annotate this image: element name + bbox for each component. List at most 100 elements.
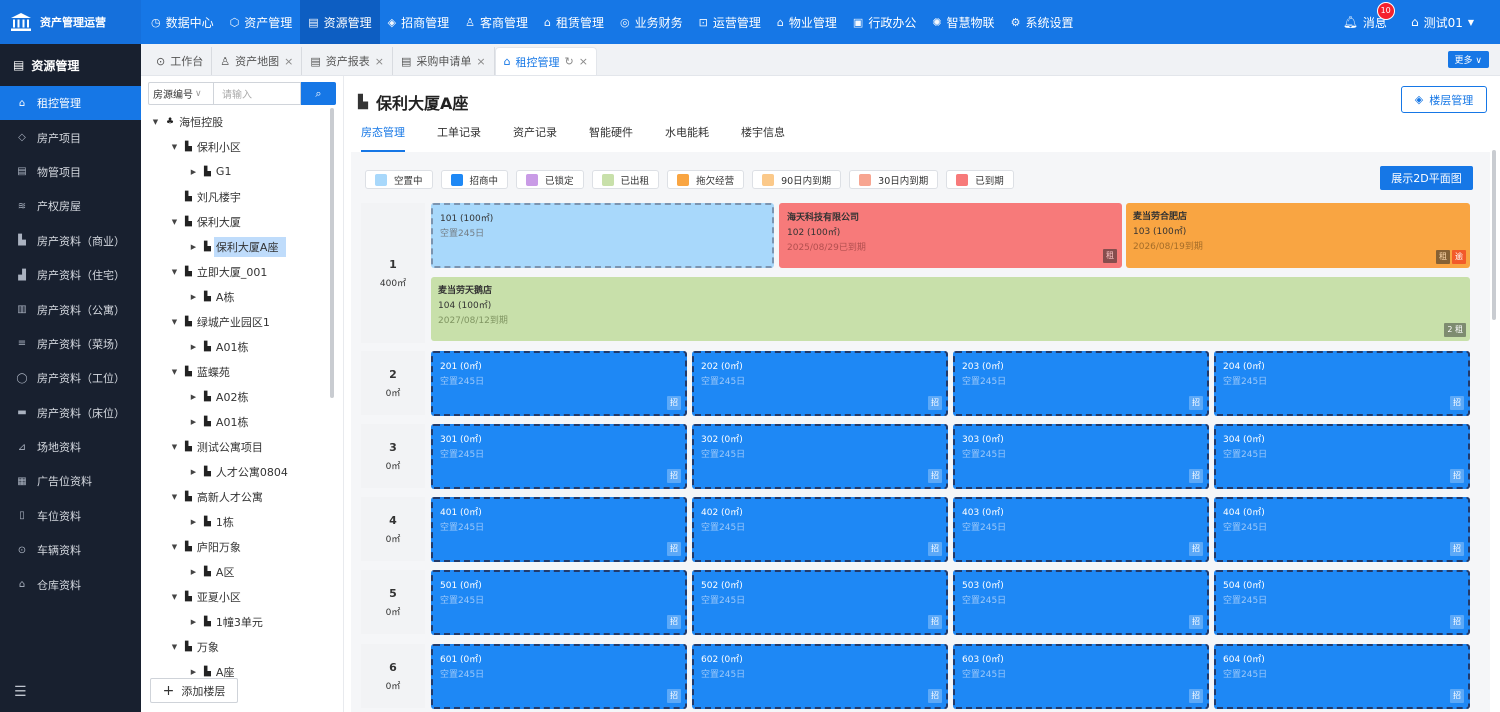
sidebar-item-6[interactable]: ▥ 房产资料（公寓） bbox=[0, 292, 141, 326]
room-card[interactable]: 麦当劳合肥店 103 (100㎡) 2026/08/19到期租逾 bbox=[1126, 203, 1470, 268]
tree-node[interactable]: ▼ ♣ 海恒控股 bbox=[141, 109, 333, 134]
nav-item-5[interactable]: ⌂ 租赁管理 bbox=[536, 0, 612, 44]
tree-node[interactable]: ▶ ▙ A栋 bbox=[141, 284, 333, 309]
room-card[interactable]: 202 (0㎡) 空置245日招 bbox=[692, 351, 948, 416]
tree-node[interactable]: ▶ ▙ A01栋 bbox=[141, 334, 333, 359]
more-tabs-button[interactable]: 更多 ∨ bbox=[1447, 51, 1489, 68]
tree-node[interactable]: ▶ ▙ A02栋 bbox=[141, 384, 333, 409]
tree-expand-icon[interactable]: ▼ bbox=[170, 268, 179, 276]
subtab-0[interactable]: 房态管理 bbox=[361, 124, 405, 152]
sidebar-item-11[interactable]: ▦ 广告位资料 bbox=[0, 464, 141, 498]
room-card[interactable]: 302 (0㎡) 空置245日招 bbox=[692, 424, 948, 489]
nav-item-4[interactable]: ♙ 客商管理 bbox=[457, 0, 536, 44]
sidebar-item-1[interactable]: ◇ 房产项目 bbox=[0, 120, 141, 154]
room-card[interactable]: 401 (0㎡) 空置245日招 bbox=[431, 497, 687, 562]
sidebar-item-10[interactable]: ⊿ 场地资料 bbox=[0, 430, 141, 464]
room-card[interactable]: 204 (0㎡) 空置245日招 bbox=[1214, 351, 1470, 416]
nav-item-11[interactable]: ⚙ 系统设置 bbox=[1003, 0, 1082, 44]
sidebar-item-13[interactable]: ⊙ 车辆资料 bbox=[0, 533, 141, 567]
tree-expand-icon[interactable]: ▼ bbox=[170, 643, 179, 651]
search-input[interactable]: 请输入 bbox=[214, 82, 301, 105]
tree-node[interactable]: ▶ ▙ 1幢3单元 bbox=[141, 609, 333, 634]
tree-expand-icon[interactable]: ▶ bbox=[189, 468, 198, 476]
search-field-select[interactable]: 房源编号 ∨ bbox=[148, 82, 214, 105]
tree-node[interactable]: ▼ ▙ 亚夏小区 bbox=[141, 584, 333, 609]
tree-node[interactable]: ▶ ▙ 人才公寓0804 bbox=[141, 459, 333, 484]
legend-item[interactable]: 拖欠经营 bbox=[667, 170, 745, 189]
room-card[interactable]: 504 (0㎡) 空置245日招 bbox=[1214, 570, 1470, 635]
tree-expand-icon[interactable]: ▶ bbox=[189, 293, 198, 301]
nav-item-0[interactable]: ◷ 数据中心 bbox=[143, 0, 222, 44]
nav-item-3[interactable]: ◈ 招商管理 bbox=[380, 0, 457, 44]
room-card[interactable]: 603 (0㎡) 空置245日招 bbox=[953, 644, 1209, 709]
add-floor-button[interactable]: + 添加楼层 bbox=[150, 678, 238, 703]
tree-expand-icon[interactable]: ▶ bbox=[189, 393, 198, 401]
refresh-icon[interactable]: ↻ bbox=[565, 55, 574, 68]
tree-node[interactable]: ▶ ▙ 保利大厦A座 bbox=[141, 234, 333, 259]
room-card[interactable]: 602 (0㎡) 空置245日招 bbox=[692, 644, 948, 709]
tree-node[interactable]: ▶ ▙ 1栋 bbox=[141, 509, 333, 534]
tree-expand-icon[interactable]: ▶ bbox=[189, 618, 198, 626]
nav-item-8[interactable]: ⌂ 物业管理 bbox=[769, 0, 845, 44]
sidebar-item-4[interactable]: ▙ 房产资料（商业） bbox=[0, 224, 141, 258]
sidebar-item-14[interactable]: ⌂ 仓库资料 bbox=[0, 567, 141, 601]
tree-expand-icon[interactable]: ▶ bbox=[189, 518, 198, 526]
tree-expand-icon[interactable]: ▼ bbox=[170, 493, 179, 501]
tree-expand-icon[interactable]: ▼ bbox=[170, 543, 179, 551]
legend-item[interactable]: 已出租 bbox=[591, 170, 660, 189]
show-2d-plan-button[interactable]: 展示2D平面图 bbox=[1380, 166, 1473, 190]
room-card[interactable]: 402 (0㎡) 空置245日招 bbox=[692, 497, 948, 562]
legend-item[interactable]: 已锁定 bbox=[516, 170, 584, 189]
collapse-menu-icon[interactable]: ☰ bbox=[14, 684, 27, 700]
room-card[interactable]: 303 (0㎡) 空置245日招 bbox=[953, 424, 1209, 489]
tree-expand-icon[interactable]: ▼ bbox=[170, 593, 179, 601]
tab-0[interactable]: ⊙ 工作台 bbox=[148, 47, 213, 75]
tree-node[interactable]: ▶ ▙ G1 bbox=[141, 159, 333, 184]
nav-item-9[interactable]: ▣ 行政办公 bbox=[845, 0, 924, 44]
close-icon[interactable]: × bbox=[375, 55, 384, 68]
room-card[interactable]: 601 (0㎡) 空置245日招 bbox=[431, 644, 687, 709]
tab-2[interactable]: ▤ 资产报表 × bbox=[302, 47, 393, 75]
subtab-3[interactable]: 智能硬件 bbox=[589, 124, 633, 152]
sidebar-item-5[interactable]: ▟ 房产资料（住宅） bbox=[0, 258, 141, 292]
room-card[interactable]: 304 (0㎡) 空置245日招 bbox=[1214, 424, 1470, 489]
tree-node[interactable]: ▼ ▙ 高新人才公寓 bbox=[141, 484, 333, 509]
user-menu[interactable]: ⌂ 测试01 ▼ bbox=[1411, 14, 1474, 31]
sidebar-item-3[interactable]: ≋ 产权房屋 bbox=[0, 189, 141, 223]
tree-expand-icon[interactable]: ▶ bbox=[189, 168, 198, 176]
tab-3[interactable]: ▤ 采购申请单 × bbox=[393, 47, 495, 75]
tree-node[interactable]: ▙ 刘凡楼宇 bbox=[141, 184, 333, 209]
room-card[interactable]: 201 (0㎡) 空置245日招 bbox=[431, 351, 687, 416]
tree-expand-icon[interactable]: ▼ bbox=[170, 143, 179, 151]
tree-node[interactable]: ▼ ▙ 保利小区 bbox=[141, 134, 333, 159]
tree-node[interactable]: ▼ ▙ 庐阳万象 bbox=[141, 534, 333, 559]
sidebar-item-2[interactable]: ▤ 物管项目 bbox=[0, 155, 141, 189]
room-card[interactable]: 502 (0㎡) 空置245日招 bbox=[692, 570, 948, 635]
tree-expand-icon[interactable]: ▶ bbox=[189, 418, 198, 426]
legend-item[interactable]: 已到期 bbox=[946, 170, 1014, 189]
tree-expand-icon[interactable]: ▼ bbox=[170, 318, 179, 326]
tree-node[interactable]: ▼ ▙ 万象 bbox=[141, 634, 333, 659]
sidebar-item-9[interactable]: ▬ 房产资料（床位） bbox=[0, 396, 141, 430]
legend-item[interactable]: 招商中 bbox=[440, 170, 509, 189]
tree-scrollbar[interactable] bbox=[330, 108, 334, 398]
tree-expand-icon[interactable]: ▼ bbox=[170, 368, 179, 376]
room-card[interactable]: 604 (0㎡) 空置245日招 bbox=[1214, 644, 1470, 709]
subtab-4[interactable]: 水电能耗 bbox=[665, 124, 709, 152]
room-card[interactable]: 麦当劳天鹅店 104 (100㎡) 2027/08/12到期 2 租 bbox=[431, 277, 1470, 341]
close-icon[interactable]: × bbox=[579, 55, 588, 68]
tree-expand-icon[interactable]: ▶ bbox=[189, 243, 198, 251]
subtab-1[interactable]: 工单记录 bbox=[437, 124, 481, 152]
room-card[interactable]: 404 (0㎡) 空置245日招 bbox=[1214, 497, 1470, 562]
sidebar-item-12[interactable]: ▯ 车位资料 bbox=[0, 499, 141, 533]
subtab-2[interactable]: 资产记录 bbox=[513, 124, 557, 152]
legend-item[interactable]: 空置中 bbox=[365, 170, 433, 189]
room-card[interactable]: 403 (0㎡) 空置245日招 bbox=[953, 497, 1209, 562]
tree-node[interactable]: ▼ ▙ 绿城产业园区1 bbox=[141, 309, 333, 334]
tree-node[interactable]: ▼ ▙ 立即大厦_001 bbox=[141, 259, 333, 284]
room-card[interactable]: 501 (0㎡) 空置245日招 bbox=[431, 570, 687, 635]
tree-expand-icon[interactable]: ▶ bbox=[189, 568, 198, 576]
tab-1[interactable]: ♙ 资产地图 × bbox=[212, 47, 303, 75]
room-card[interactable]: 203 (0㎡) 空置245日招 bbox=[953, 351, 1209, 416]
search-button[interactable]: ⌕ bbox=[301, 82, 336, 105]
